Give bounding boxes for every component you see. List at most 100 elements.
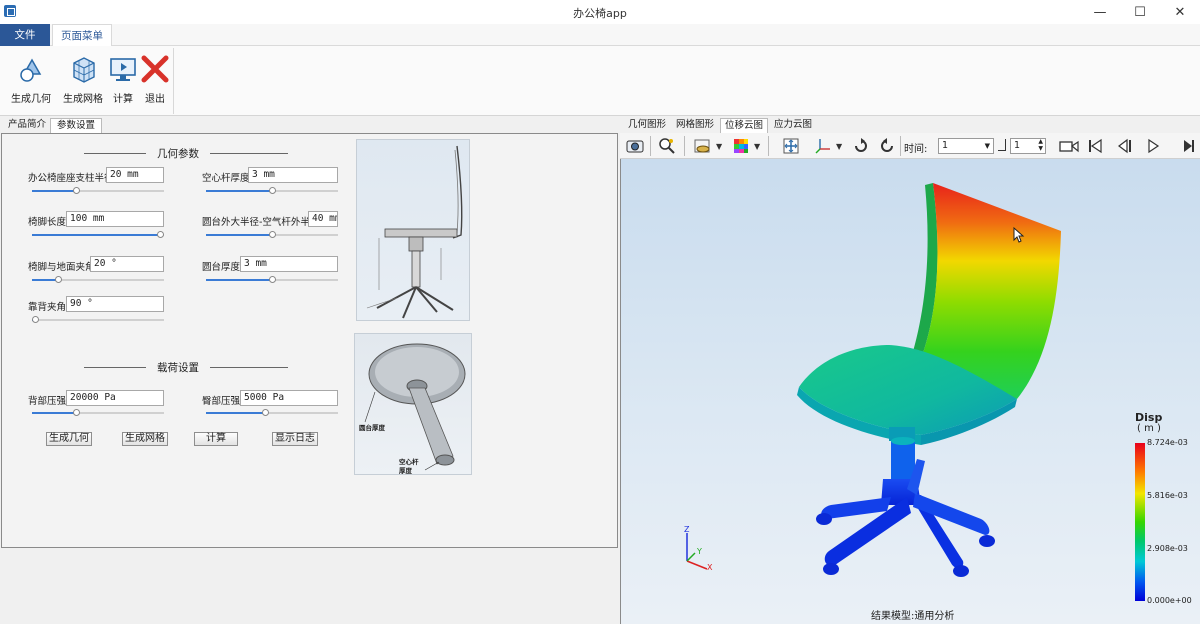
slider-thumb[interactable]	[32, 316, 39, 323]
dropdown-arrow-icon[interactable]: ▼	[716, 142, 722, 151]
legend-min-value: 0.000e+00	[1147, 596, 1192, 605]
monitor-play-icon	[106, 52, 140, 86]
tab-parameter-settings[interactable]: 参数设置	[50, 118, 103, 133]
color-grid-icon	[734, 139, 748, 153]
seat-radius-label: 办公椅座座支柱半径	[28, 173, 114, 184]
record-video-button[interactable]	[1058, 136, 1080, 156]
seat-radius-slider[interactable]	[32, 187, 164, 194]
display-mode-button[interactable]	[692, 136, 714, 156]
leg-angle-label: 椅脚与地面夹角	[28, 262, 95, 273]
slider-thumb[interactable]	[73, 187, 80, 194]
show-log-button[interactable]: 显示日志	[272, 432, 318, 446]
slider-fill	[32, 412, 76, 414]
chevron-down-icon: ▼	[984, 142, 990, 150]
tab-product-intro[interactable]: 产品简介	[2, 118, 52, 133]
disk-thickness-label: 圆台厚度	[202, 262, 241, 273]
rotate-left-button[interactable]	[850, 136, 872, 156]
hollow-thickness-slider[interactable]	[206, 187, 338, 194]
z-axis-label: Z	[684, 525, 690, 534]
zoom-button[interactable]	[656, 136, 678, 156]
magnifier-icon	[659, 138, 675, 154]
tab-displacement-contour[interactable]: 位移云图	[720, 118, 769, 133]
tab-file[interactable]: 文件	[0, 24, 50, 46]
disk-thickness-slider[interactable]	[206, 276, 338, 283]
slider-thumb[interactable]	[157, 231, 164, 238]
generate-geometry-button[interactable]: 生成几何	[8, 52, 54, 110]
screenshot-camera-button[interactable]	[624, 136, 646, 156]
dropdown-arrow-icon[interactable]: ▼	[836, 142, 842, 151]
geometry-icon	[14, 52, 48, 86]
compute-button[interactable]: 计算	[108, 52, 138, 110]
exit-button[interactable]: 退出	[140, 52, 170, 110]
generate-mesh-action-button[interactable]: 生成网格	[122, 432, 168, 446]
generate-mesh-label: 生成网格	[63, 94, 103, 105]
left-panel-tabs: 产品简介 参数设置	[0, 118, 618, 133]
first-frame-button[interactable]	[1084, 136, 1106, 156]
slider-thumb[interactable]	[55, 276, 62, 283]
exit-label: 退出	[145, 94, 165, 105]
back-pressure-input[interactable]: 20000 Pa	[66, 390, 164, 406]
time-step-value: 1	[1014, 140, 1021, 151]
play-button[interactable]	[1142, 136, 1164, 156]
mesh-cube-icon	[66, 52, 100, 86]
rod-thickness-note: 厚度	[399, 467, 412, 475]
seat-pressure-slider[interactable]	[206, 409, 338, 416]
seat-pressure-label: 臀部压强	[202, 396, 241, 407]
seat-radius-input[interactable]: 20 mm	[106, 167, 164, 183]
rotate-cw-icon	[881, 138, 893, 152]
fit-view-icon	[783, 138, 799, 154]
tab-page-menu[interactable]: 页面菜单	[52, 24, 112, 47]
mouse-cursor-icon	[1013, 227, 1025, 243]
play-icon	[1148, 138, 1160, 154]
tab-geometry-view[interactable]: 几何图形	[624, 118, 670, 133]
previous-frame-button[interactable]	[1114, 136, 1136, 156]
result-viewport[interactable]: Z Y X Disp ( m ) 8.724e-03 5.816e-03 2.9…	[620, 159, 1200, 624]
time-select[interactable]: 1 ▼	[938, 138, 994, 154]
fit-view-button[interactable]	[780, 136, 802, 156]
ribbon-toolbar: 生成几何 生成网格 计算 退出	[0, 46, 1200, 116]
step-marker-icon	[998, 139, 1006, 151]
back-pressure-slider[interactable]	[32, 409, 164, 416]
leg-angle-input[interactable]: 20 °	[90, 256, 164, 272]
minimize-button[interactable]: —	[1082, 0, 1118, 24]
tab-stress-contour[interactable]: 应力云图	[770, 118, 816, 133]
viewer-toolbar: ▼ ▼ ▼ 时间: 1 ▼ 1 ▲ ▼	[620, 133, 1200, 159]
disk-rod-diagram: 圆台厚度 空心杆 厚度	[354, 333, 472, 475]
slider-thumb[interactable]	[269, 231, 276, 238]
skip-end-icon	[1184, 140, 1194, 152]
seat-pressure-input[interactable]: 5000 Pa	[240, 390, 338, 406]
leg-length-input[interactable]: 100 mm	[66, 211, 164, 227]
disk-radius-input[interactable]: 40 mm	[308, 211, 338, 227]
compute-action-button[interactable]: 计算	[194, 432, 238, 446]
slider-thumb[interactable]	[262, 409, 269, 416]
generate-mesh-button[interactable]: 生成网格	[60, 52, 106, 110]
skip-start-icon	[1089, 138, 1102, 154]
section-divider	[84, 153, 146, 154]
last-frame-button[interactable]	[1180, 136, 1198, 156]
tab-mesh-view[interactable]: 网格图形	[672, 118, 718, 133]
dropdown-arrow-icon[interactable]: ▼	[754, 142, 760, 151]
generate-geometry-action-button[interactable]: 生成几何	[46, 432, 92, 446]
axis-view-button[interactable]	[812, 136, 834, 156]
rotate-right-button[interactable]	[876, 136, 898, 156]
maximize-button[interactable]: ☐	[1122, 0, 1158, 24]
slider-thumb[interactable]	[269, 276, 276, 283]
slider-thumb[interactable]	[269, 187, 276, 194]
disk-thickness-input[interactable]: 3 mm	[240, 256, 338, 272]
close-window-button[interactable]: ✕	[1162, 0, 1198, 24]
section-divider	[210, 367, 288, 368]
spinner-arrows-icon[interactable]: ▲ ▼	[1038, 138, 1043, 152]
leg-length-slider[interactable]	[32, 231, 164, 238]
toolbar-separator	[650, 136, 651, 156]
load-settings-title: 载荷设置	[157, 362, 199, 374]
time-step-spinner[interactable]: 1 ▲ ▼	[1010, 138, 1046, 154]
slider-thumb[interactable]	[73, 409, 80, 416]
back-angle-input[interactable]: 90 °	[66, 296, 164, 312]
back-angle-slider[interactable]	[32, 316, 164, 323]
leg-angle-slider[interactable]	[32, 276, 164, 283]
disk-radius-slider[interactable]	[206, 231, 338, 238]
window-title: 办公椅app	[573, 7, 627, 20]
color-map-button[interactable]	[730, 136, 752, 156]
legend-value-3: 2.908e-03	[1147, 544, 1188, 553]
hollow-thickness-input[interactable]: 3 mm	[248, 167, 338, 183]
